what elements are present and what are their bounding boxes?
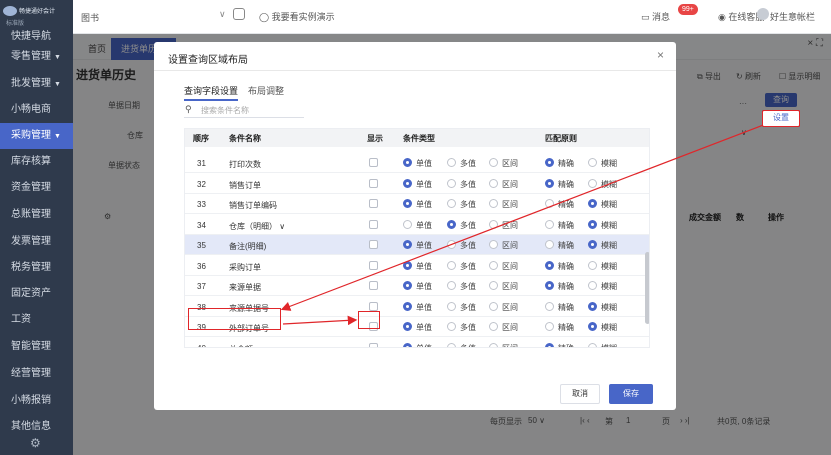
arrow-settings-to-field <box>280 123 767 311</box>
settings-button-highlight[interactable]: 设置 <box>762 110 800 127</box>
annotation-arrows <box>280 123 767 326</box>
arrow-field-to-checkbox <box>282 315 358 326</box>
